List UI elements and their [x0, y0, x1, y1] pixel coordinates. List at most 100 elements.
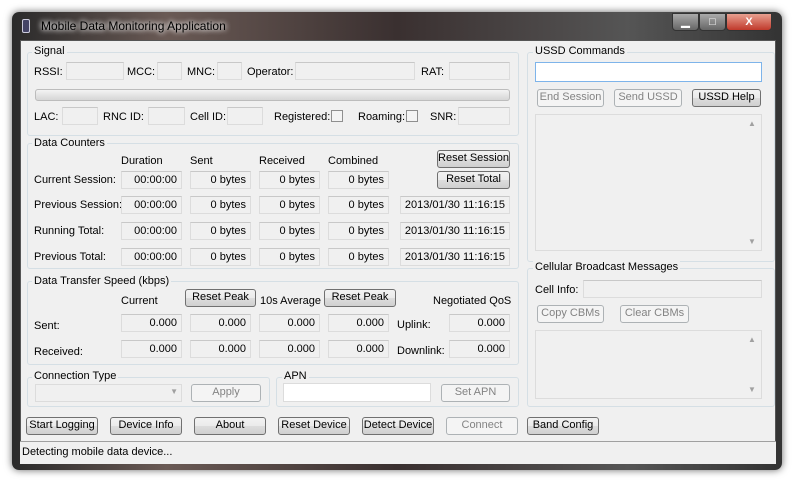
cell-info-label: Cell Info: [535, 284, 579, 296]
reset-peak-current-button[interactable]: Reset Peak [185, 289, 256, 307]
reset-session-button[interactable]: Reset Session [437, 150, 510, 168]
mnc-label: MNC: [187, 66, 216, 78]
counter-duration-value: 00:00:00 [121, 248, 182, 266]
rssi-label: RSSI: [34, 66, 63, 78]
counter-received-value: 0 bytes [259, 196, 320, 214]
counter-sent-value: 0 bytes [190, 196, 251, 214]
clear-cbms-button[interactable]: Clear CBMs [620, 305, 689, 323]
counter-duration-value: 00:00:00 [121, 196, 182, 214]
connect-button[interactable]: Connect [446, 417, 518, 435]
rat-value [449, 62, 510, 80]
cell-info-value [583, 280, 762, 298]
scroll-down-icon[interactable]: ▼ [748, 385, 756, 394]
apply-button[interactable]: Apply [191, 384, 261, 402]
rssi-value [66, 62, 124, 80]
detect-device-button[interactable]: Detect Device [362, 417, 434, 435]
ussd-input[interactable] [535, 62, 762, 82]
signal-strength-bar [35, 89, 510, 101]
speed-value: 0.000 [190, 314, 251, 332]
counter-row-label: Previous Session: [34, 199, 123, 211]
minimize-button[interactable]: ▁ [672, 13, 699, 31]
about-button[interactable]: About [194, 417, 266, 435]
speed-value: 0.000 [121, 340, 182, 358]
counter-received-value: 0 bytes [259, 222, 320, 240]
scroll-up-icon[interactable]: ▲ [748, 119, 756, 128]
operator-value [295, 62, 415, 80]
copy-cbms-button[interactable]: Copy CBMs [537, 305, 604, 323]
counter-timestamp: 2013/01/30 11:16:15 [400, 248, 510, 266]
band-config-button[interactable]: Band Config [527, 417, 599, 435]
speed-row-label: Received: [34, 346, 83, 358]
ussd-output: ▲ ▼ [535, 114, 762, 251]
mcc-value [157, 62, 182, 80]
send-ussd-button[interactable]: Send USSD [614, 89, 682, 107]
speed-value: 0.000 [121, 314, 182, 332]
header-sent: Sent [190, 155, 213, 167]
connection-type-label: Connection Type [32, 370, 119, 382]
window-title: Mobile Data Monitoring Application [41, 19, 226, 33]
downlink-label: Downlink: [397, 345, 445, 357]
data-counters-label: Data Counters [32, 137, 107, 149]
header-received: Received [259, 155, 305, 167]
set-apn-button[interactable]: Set APN [441, 384, 510, 402]
operator-label: Operator: [247, 66, 294, 78]
phone-icon [22, 19, 30, 33]
lac-label: LAC: [34, 111, 59, 123]
end-session-button[interactable]: End Session [537, 89, 604, 107]
counter-row-label: Previous Total: [34, 251, 106, 263]
downlink-value: 0.000 [449, 340, 510, 358]
mnc-value [217, 62, 242, 80]
counter-received-value: 0 bytes [259, 248, 320, 266]
counter-duration-value: 00:00:00 [121, 171, 182, 189]
counter-sent-value: 0 bytes [190, 248, 251, 266]
counter-combined-value: 0 bytes [328, 196, 389, 214]
header-duration: Duration [121, 155, 163, 167]
counter-combined-value: 0 bytes [328, 222, 389, 240]
speed-value: 0.000 [259, 340, 320, 358]
close-button[interactable]: X [726, 13, 772, 31]
counter-duration-value: 00:00:00 [121, 222, 182, 240]
rnc-id-value [148, 107, 185, 125]
counter-combined-value: 0 bytes [328, 248, 389, 266]
header-combined: Combined [328, 155, 379, 167]
maximize-button[interactable]: □ [699, 13, 726, 31]
snr-label: SNR: [430, 111, 457, 123]
counter-combined-value: 0 bytes [328, 171, 389, 189]
current-label: Current [121, 295, 158, 307]
counter-timestamp: 2013/01/30 11:16:15 [400, 222, 510, 240]
speed-value: 0.000 [328, 340, 389, 358]
negotiated-qos-label: Negotiated QoS [433, 295, 512, 307]
device-info-button[interactable]: Device Info [110, 417, 182, 435]
start-logging-button[interactable]: Start Logging [26, 417, 98, 435]
scroll-down-icon[interactable]: ▼ [748, 237, 756, 246]
status-bar: Detecting mobile data device... [20, 441, 776, 464]
rat-label: RAT: [421, 66, 445, 78]
scrollbar[interactable]: ▲ ▼ [744, 115, 761, 250]
mcc-label: MCC: [127, 66, 156, 78]
ussd-label: USSD Commands [533, 45, 627, 57]
connection-type-select[interactable]: ▼ [35, 384, 182, 402]
speed-row-label: Sent: [34, 320, 60, 332]
lac-value [62, 107, 98, 125]
status-text: Detecting mobile data device... [22, 446, 173, 458]
apn-input[interactable] [283, 383, 431, 402]
counter-row-label: Current Session: [34, 174, 116, 186]
reset-total-button[interactable]: Reset Total [437, 171, 510, 189]
cell-id-label: Cell ID: [190, 111, 227, 123]
scroll-up-icon[interactable]: ▲ [748, 335, 756, 344]
counter-row-label: Running Total: [34, 225, 105, 237]
registered-label: Registered: [274, 111, 331, 123]
speed-value: 0.000 [328, 314, 389, 332]
rnc-id-label: RNC ID: [103, 111, 144, 123]
speed-value: 0.000 [259, 314, 320, 332]
ussd-help-button[interactable]: USSD Help [692, 89, 761, 107]
counter-timestamp: 2013/01/30 11:16:15 [400, 196, 510, 214]
data-transfer-speed-label: Data Transfer Speed (kbps) [32, 275, 172, 287]
scrollbar[interactable]: ▲ ▼ [744, 331, 761, 398]
reset-device-button[interactable]: Reset Device [278, 417, 350, 435]
cbm-output: ▲ ▼ [535, 330, 762, 399]
registered-checkbox[interactable] [331, 110, 343, 122]
counter-sent-value: 0 bytes [190, 171, 251, 189]
roaming-checkbox[interactable] [406, 110, 418, 122]
reset-peak-average-button[interactable]: Reset Peak [324, 289, 396, 307]
